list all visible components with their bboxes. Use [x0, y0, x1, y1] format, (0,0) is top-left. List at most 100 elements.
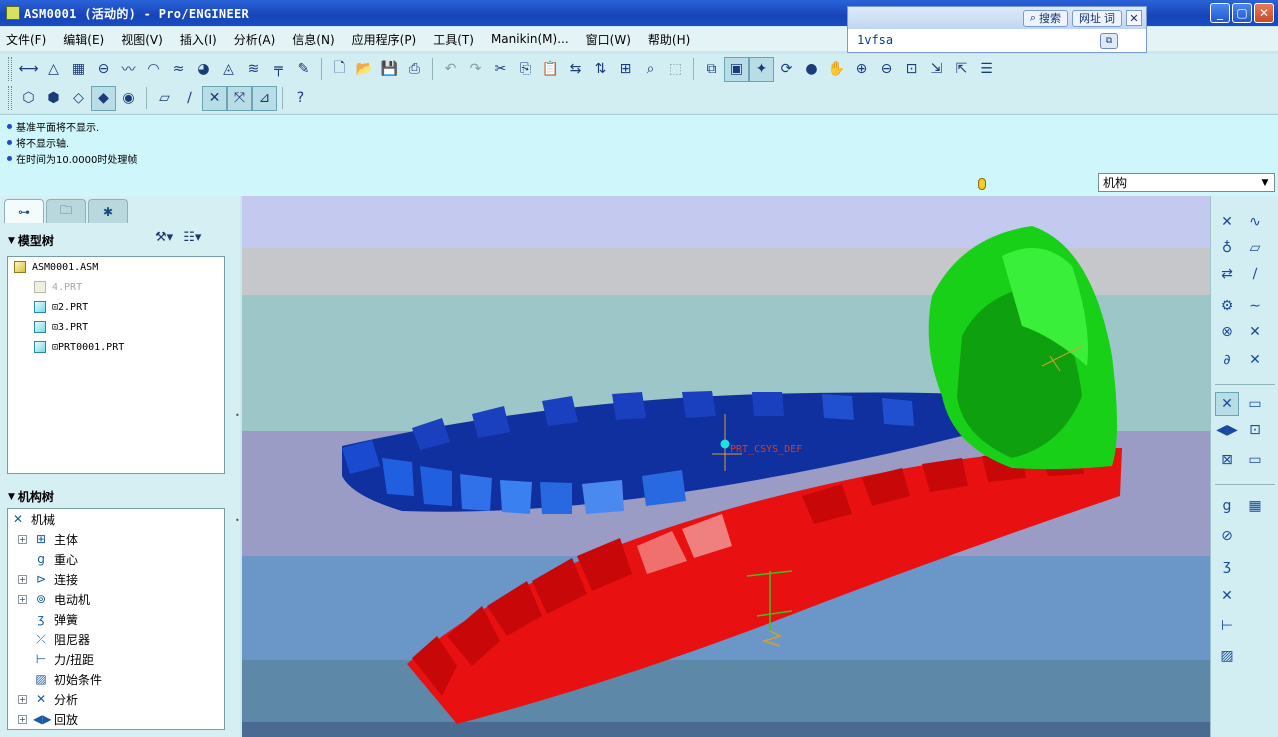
mech-tree-item[interactable]: + ⊚ 电动机 [8, 589, 224, 609]
model-tree-item[interactable]: ASM0001.ASM [8, 257, 224, 277]
mechanism-tool-icon[interactable]: ▱ [1243, 236, 1267, 260]
mech-tree-item[interactable]: + ✕ 分析 [8, 689, 224, 709]
settings-tools-icon[interactable]: ⚒▾ [155, 230, 173, 245]
graphics-window[interactable]: PRT_CSYS_DEF [242, 196, 1210, 737]
url-button[interactable]: 网址 词 [1072, 9, 1122, 27]
redo-icon[interactable]: ↷ [463, 57, 488, 82]
spin-center-icon[interactable]: ✦ [749, 56, 774, 82]
mechanism-tool-icon[interactable]: ✕ [1243, 348, 1267, 372]
menu-item[interactable]: 分析(A) [234, 31, 276, 48]
menu-item[interactable]: Manikin(M)... [491, 32, 569, 46]
mech-tree-item[interactable]: + ⊳ 连接 [8, 569, 224, 589]
expand-icon[interactable]: + [18, 714, 27, 724]
mechanism-tool-icon[interactable]: ⊢ [1215, 614, 1239, 638]
mechanism-tool-icon[interactable]: ▭ [1243, 448, 1267, 472]
mechanism-tool-icon[interactable]: ∂ [1215, 348, 1239, 372]
view-manager-icon[interactable]: ⧉ [699, 57, 724, 82]
print-icon[interactable]: ⎙ [402, 57, 427, 82]
maximize-button[interactable]: ▢ [1232, 3, 1252, 23]
layers-icon[interactable]: ☰ [974, 57, 999, 82]
expand-icon[interactable]: + [18, 574, 27, 584]
mechanism-tool-icon[interactable]: ▦ [1243, 494, 1267, 518]
expand-icon[interactable]: + [18, 694, 27, 704]
annotation-display-icon[interactable]: ⊿ [252, 85, 277, 111]
curve-analysis-icon[interactable]: 〰 [116, 57, 141, 82]
mechanism-tool-icon[interactable]: ✕ [1215, 210, 1239, 234]
expand-icon[interactable]: + [18, 534, 27, 544]
menu-item[interactable]: 信息(N) [292, 31, 334, 48]
mechanism-tool-icon[interactable]: ʒ [1215, 554, 1239, 578]
mech-tree-header[interactable]: ▼ 机构树 [8, 488, 54, 505]
surface-icon[interactable]: ◠ [141, 57, 166, 82]
wireframe-icon[interactable]: ⬡ [16, 86, 41, 111]
mech-tree-item[interactable]: + ◀▶ 回放 [8, 709, 224, 729]
model-tree-icon[interactable]: ⊞ [613, 57, 638, 82]
mech-tree-item[interactable]: + ⊞ 主体 [8, 529, 224, 549]
mechanism-tool-icon[interactable]: ⊗ [1215, 320, 1239, 344]
shade-icon[interactable]: ◕ [191, 57, 216, 82]
mechanism-tool-icon[interactable]: ⊘ [1215, 524, 1239, 548]
model-tree-header[interactable]: ▼ 模型树 [8, 232, 54, 249]
realtime-render-icon[interactable]: ◉ [116, 86, 141, 111]
expand-icon[interactable]: + [18, 594, 27, 604]
search-input[interactable]: 1vfsa [857, 33, 893, 47]
zoom-in-icon[interactable]: ⊕ [849, 57, 874, 82]
draft-icon[interactable]: ◬ [216, 57, 241, 82]
appearance-icon[interactable]: ● [799, 57, 824, 82]
mech-tree-item[interactable]: ⊢ 力/扭距 [8, 649, 224, 669]
pan-icon[interactable]: ✋ [824, 57, 849, 82]
menu-item[interactable]: 编辑(E) [63, 31, 104, 48]
splitter-handle[interactable]: • [235, 516, 240, 525]
mechanism-tool-icon[interactable]: ▭ [1243, 392, 1267, 416]
saved-views-icon[interactable]: ⇱ [949, 57, 974, 82]
model-tree-item[interactable]: ⊡2.PRT [8, 297, 224, 317]
select-box-icon[interactable]: ⬚ [663, 57, 688, 82]
mechanism-tool-icon[interactable]: g [1215, 494, 1239, 518]
status-light-icon[interactable] [968, 173, 996, 195]
shading-icon[interactable]: ◆ [91, 85, 116, 111]
menu-item[interactable]: 文件(F) [6, 31, 46, 48]
mechanism-tool-icon[interactable]: ∼ [1243, 294, 1267, 318]
mechanism-tool-icon[interactable]: ✕ [1215, 584, 1239, 608]
named-view-icon[interactable]: ⇲ [924, 57, 949, 82]
splitter-handle[interactable]: • [235, 411, 240, 420]
refit-icon[interactable]: ⊡ [899, 57, 924, 82]
mech-tree-item[interactable]: ▨ 初始条件 [8, 669, 224, 689]
minimize-button[interactable]: _ [1210, 3, 1230, 23]
open-folder-icon[interactable]: 📂 [352, 57, 377, 82]
section-icon[interactable]: ⊖ [91, 57, 116, 82]
search-button[interactable]: ⌕ 搜索 [1022, 9, 1068, 27]
wave-icon[interactable]: ≈ [166, 57, 191, 82]
search-go-button[interactable]: ⧉ [1100, 33, 1118, 49]
menu-item[interactable]: 视图(V) [121, 31, 163, 48]
toolbar-grip[interactable] [8, 57, 12, 81]
mech-tree-item[interactable]: g 重心 [8, 549, 224, 569]
tab-folder-browser[interactable]: 🗀 [46, 199, 86, 223]
no-hidden-icon[interactable]: ◇ [66, 86, 91, 111]
menu-item[interactable]: 应用程序(P) [352, 31, 417, 48]
mech-tree-item[interactable]: ⤫ 阻尼器 [8, 629, 224, 649]
close-button[interactable]: ✕ [1254, 3, 1274, 23]
toolbar-grip[interactable] [8, 86, 12, 110]
mechanism-tool-icon[interactable]: ✕ [1215, 392, 1239, 416]
measure-icon[interactable]: △ [41, 57, 66, 82]
orient-icon[interactable]: ⟳ [774, 57, 799, 82]
save-icon[interactable]: 💾 [377, 57, 402, 82]
datum-plane-display-icon[interactable]: ▱ [152, 86, 177, 111]
mechanism-tool-icon[interactable]: ⊠ [1215, 448, 1239, 472]
regenerate-icon[interactable]: ⇆ [563, 57, 588, 82]
whats-this-icon[interactable]: ? [288, 86, 313, 111]
mechanism-tool-icon[interactable]: ▨ [1215, 644, 1239, 668]
table-icon[interactable]: ▦ [66, 57, 91, 82]
undo-icon[interactable]: ↶ [438, 57, 463, 82]
repaint-icon[interactable]: ▣ [724, 56, 749, 82]
datum-axis-display-icon[interactable]: ∕ [177, 86, 202, 111]
menu-item[interactable]: 工具(T) [433, 31, 474, 48]
regen-manager-icon[interactable]: ⇅ [588, 57, 613, 82]
pencil-icon[interactable]: ✎ [291, 57, 316, 82]
mechanism-tool-icon[interactable]: ∕ [1243, 262, 1267, 286]
mechanism-tool-icon[interactable]: ⇄ [1215, 262, 1239, 286]
mechanism-tool-icon[interactable]: ♁ [1215, 236, 1239, 260]
slope-icon[interactable]: ≋ [241, 57, 266, 82]
tab-favorites[interactable]: ✱ [88, 199, 128, 223]
